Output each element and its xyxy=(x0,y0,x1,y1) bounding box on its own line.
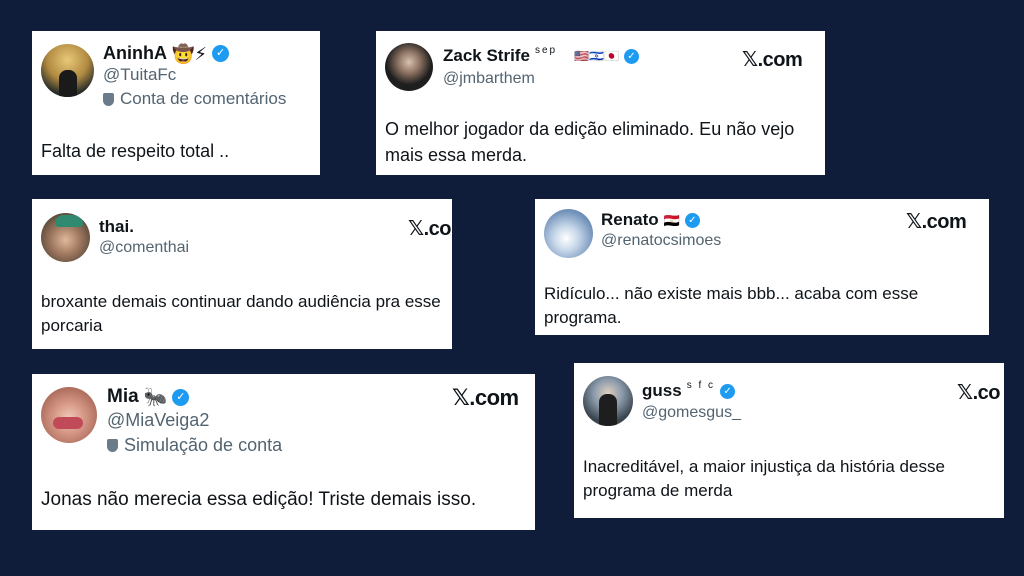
tweet-text: Inacreditável, a maior injustiça da hist… xyxy=(583,457,945,501)
display-name[interactable]: AninhA 🤠⚡ ✓ xyxy=(103,43,230,64)
x-logo[interactable]: 𝕏.com xyxy=(906,209,967,234)
verified-badge-icon: ✓ xyxy=(684,212,700,228)
display-name-text: AninhA xyxy=(103,43,167,63)
shield-icon xyxy=(107,439,118,452)
display-name[interactable]: guss s f c ✓ xyxy=(642,379,736,401)
tweet-card[interactable]: guss s f c ✓ @gomesgus_ 𝕏.co Inacreditáv… xyxy=(574,363,1004,518)
x-logo[interactable]: 𝕏.co xyxy=(957,380,1001,405)
avatar[interactable] xyxy=(544,209,593,258)
tweet-card[interactable]: thai. @comenthai 𝕏.co broxante demais co… xyxy=(32,199,452,349)
display-name[interactable]: Zack Strife sep 🇺🇸🇮🇱🇯🇵 ✓ xyxy=(443,44,639,66)
tweet-text: Falta de respeito total .. xyxy=(41,141,230,161)
account-label-text: Simulação de conta xyxy=(124,435,283,455)
verified-badge-icon: ✓ xyxy=(212,45,230,62)
account-label-text: Conta de comentários xyxy=(120,89,287,108)
handle[interactable]: @jmbarthem xyxy=(443,70,535,88)
name-superscript: sep xyxy=(534,44,558,56)
avatar[interactable] xyxy=(385,43,433,91)
display-name-text: Renato xyxy=(601,210,659,229)
tweet-text: Jonas não merecia essa edição! Triste de… xyxy=(41,489,477,510)
name-superscript: s f c xyxy=(686,379,716,391)
handle[interactable]: @MiaVeiga2 xyxy=(107,410,209,431)
tweet-card[interactable]: Renato 🇪🇬 ✓ @renatocsimoes 𝕏.com Ridícul… xyxy=(535,199,989,335)
avatar[interactable] xyxy=(41,213,90,262)
display-name[interactable]: thai. xyxy=(99,217,134,237)
display-name-text: Zack Strife xyxy=(443,46,530,65)
display-name-text: Mia xyxy=(107,386,139,407)
tweet-card[interactable]: Mia 🐜 ✓ @MiaVeiga2 Simulação de conta 𝕏.… xyxy=(32,374,535,530)
x-logo[interactable]: 𝕏.co xyxy=(408,216,452,241)
verified-badge-icon: ✓ xyxy=(623,48,639,64)
avatar[interactable] xyxy=(41,44,94,97)
name-emojis: 🤠⚡ xyxy=(171,43,208,64)
tweet-text: O melhor jogador da edição eliminado. Eu… xyxy=(385,119,795,165)
tweet-card[interactable]: Zack Strife sep 🇺🇸🇮🇱🇯🇵 ✓ @jmbarthem 𝕏.co… xyxy=(376,31,825,175)
tweet-text: Ridículo... não existe mais bbb... acaba… xyxy=(544,284,919,328)
handle[interactable]: @TuitaFc xyxy=(103,65,176,85)
name-emojis: 🐜 xyxy=(143,386,168,408)
account-label: Conta de comentários xyxy=(103,89,286,109)
display-name-text: guss xyxy=(642,381,682,400)
name-emojis: 🇺🇸🇮🇱🇯🇵 xyxy=(574,49,619,63)
avatar[interactable] xyxy=(583,376,633,426)
tweet-text: broxante demais continuar dando audiênci… xyxy=(41,292,441,336)
verified-badge-icon: ✓ xyxy=(720,383,736,399)
tweet-card[interactable]: AninhA 🤠⚡ ✓ @TuitaFc Conta de comentário… xyxy=(32,31,320,175)
name-emojis: 🇪🇬 xyxy=(663,212,680,228)
display-name-text: thai. xyxy=(99,217,134,236)
handle[interactable]: @comenthai xyxy=(99,239,189,257)
handle[interactable]: @gomesgus_ xyxy=(642,404,741,422)
display-name[interactable]: Mia 🐜 ✓ xyxy=(107,386,190,408)
display-name[interactable]: Renato 🇪🇬 ✓ xyxy=(601,210,700,230)
shield-icon xyxy=(103,92,114,106)
avatar[interactable] xyxy=(41,387,97,443)
verified-badge-icon: ✓ xyxy=(172,388,190,406)
x-logo[interactable]: 𝕏.com xyxy=(742,47,803,72)
x-logo[interactable]: 𝕏.com xyxy=(452,385,519,411)
handle[interactable]: @renatocsimoes xyxy=(601,232,721,250)
account-label: Simulação de conta xyxy=(107,435,282,456)
